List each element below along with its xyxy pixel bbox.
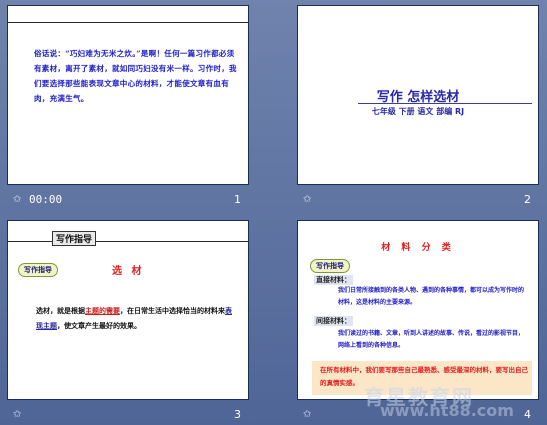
slide-2-subtitle: 七年级 下册 语文 部编 RJ — [371, 107, 465, 116]
watermark-url: www.ht88.com — [380, 401, 514, 420]
writing-guide-tag: 写作指导 — [18, 263, 58, 277]
slide-number: 2 — [524, 193, 531, 206]
slide-3-title: 选 材 — [112, 266, 145, 277]
indirect-material-text: 我们读过的书籍、文章，听到人讲述的故事、传说，看过的影视节目，网络上看到的各种信… — [338, 330, 525, 349]
title-divider — [358, 103, 532, 104]
slide-thumbnail-4[interactable]: 材 料 分 类 写作指导 直接材料： 我们日常所接触到的各类人物、遇到的各种事情… — [297, 220, 539, 400]
star-icon[interactable]: ✩ — [13, 194, 21, 205]
indirect-material-label: 间接材料： — [314, 316, 353, 326]
body-text: ，使文章产生最好的效果。 — [57, 321, 141, 330]
slide-3-header: 写作指导 — [52, 231, 97, 246]
body-text: ，在日常生活中选择恰当的材料来 — [120, 306, 225, 315]
slide-number: 3 — [234, 408, 241, 421]
slide-1-body: 俗话说：“巧妇难为无米之炊。”是啊！任何一篇习作都必须有素材，离开了素材，就如同… — [34, 49, 237, 103]
slide-number: 1 — [234, 193, 241, 206]
slide-header-rule — [8, 241, 248, 242]
slide-footer-2: ✩ 2 — [297, 193, 539, 209]
slide-footer-1: ✩ 00:00 1 — [7, 193, 249, 209]
direct-material-text: 我们日常所接触到的各类人物、遇到的各种事情，都可以成为写作时的材料，这是材料的主… — [338, 287, 525, 306]
watermark: 育星教育网 www.ht88.com — [354, 385, 544, 420]
body-text: 选材，就是根据 — [36, 306, 85, 315]
writing-guide-tag: 写作指导 — [310, 259, 350, 273]
star-icon[interactable]: ✩ — [13, 409, 21, 420]
slide-3-body: 选材，就是根据主题的需要，在日常生活中选择恰当的材料来表现主题，使文章产生最好的… — [36, 303, 236, 333]
star-icon[interactable]: ✩ — [303, 194, 311, 205]
slide-4-title: 材 料 分 类 — [381, 243, 455, 253]
body-highlight-red: 主题的需要 — [85, 306, 120, 315]
slide-thumbnail-3[interactable]: 写作指导 写作指导 选 材 选材，就是根据主题的需要，在日常生活中选择恰当的材料… — [7, 220, 249, 400]
slide-footer-3: ✩ 3 — [7, 408, 249, 424]
slide-thumbnail-2[interactable]: 写作 怎样选材 七年级 下册 语文 部编 RJ — [297, 5, 539, 185]
star-icon[interactable]: ✩ — [303, 409, 311, 420]
slide-header-rule — [8, 22, 248, 23]
slide-timing: 00:00 — [29, 193, 63, 206]
slide-thumbnail-1[interactable]: 俗话说：“巧妇难为无米之炊。”是啊！任何一篇习作都必须有素材，离开了素材，就如同… — [7, 5, 249, 185]
direct-material-label: 直接材料： — [314, 275, 353, 285]
